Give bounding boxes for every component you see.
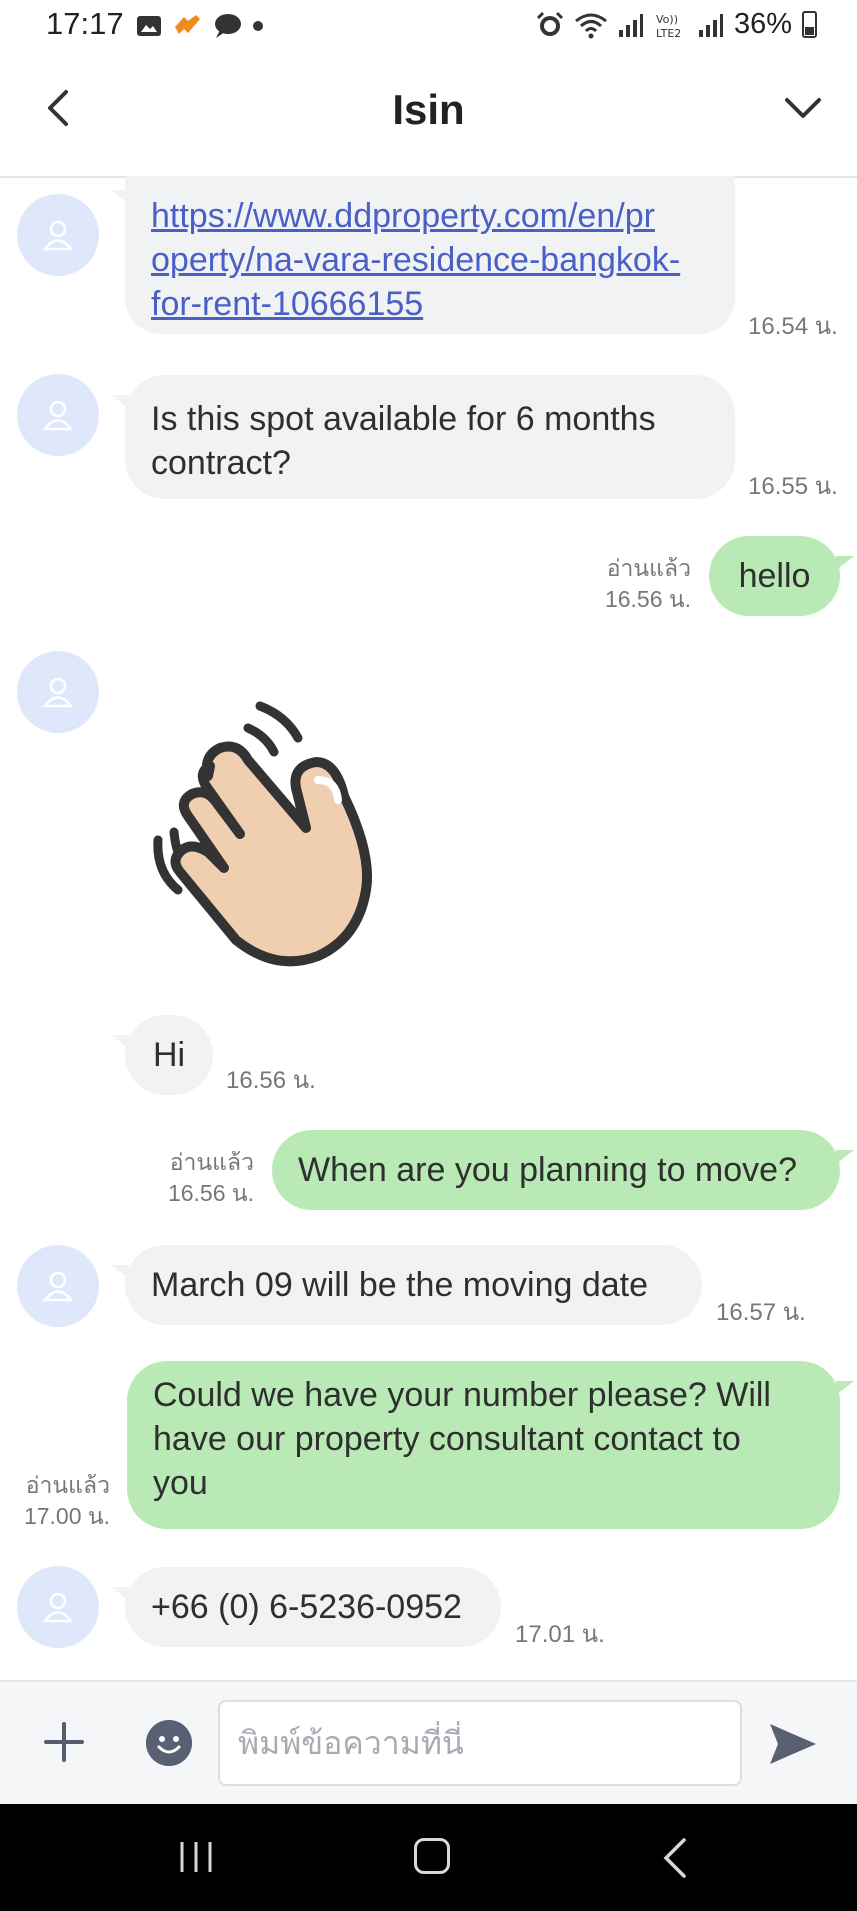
read-status: อ่านแล้ว [606,555,691,581]
signal-2-icon [698,13,723,37]
status-time: 17:17 [46,6,124,41]
message-text: March 09 will be the moving date [151,1266,649,1304]
chat-header: Isin [0,52,857,178]
svg-text:LTE2: LTE2 [656,27,681,39]
link-line[interactable]: for-rent-10666155 [151,282,680,326]
avatar[interactable] [17,1566,99,1648]
message-bubble[interactable]: March 09 will be the moving date [111,1245,702,1325]
avatar[interactable] [17,1245,99,1327]
avatar[interactable] [17,651,99,733]
message-text: hello [738,557,811,595]
chevron-down-icon[interactable] [779,86,827,130]
message-bubble-phone[interactable]: +66 (0) 6-5236-0952 [111,1567,501,1647]
person-icon [42,677,74,708]
orange-app-notification-icon [175,15,200,34]
link-line[interactable]: operty/na-vara-residence-bangkok- [151,238,680,282]
message-text: +66 (0) 6-5236-0952 [151,1588,462,1626]
message-line: Is this spot available for 6 months [151,400,656,438]
message-input[interactable] [218,1700,742,1786]
message-time: 16.57 น. [716,1299,806,1326]
svg-text:Vo)): Vo)) [656,13,678,26]
emoji-icon[interactable] [146,1720,192,1766]
message-bubble-link[interactable]: https://www.ddproperty.com/en/pr operty/… [111,176,735,334]
volte-icon: Vo))LTE2 [656,13,681,39]
chat-notification-icon [215,14,241,38]
battery-icon [802,11,817,38]
message-time: 17.01 น. [515,1621,605,1648]
status-bar: 17:17 Vo)) LTE2 36% [0,0,857,52]
read-status: อ่านแล้ว [25,1472,110,1498]
read-receipt: อ่านแล้ว 16.56 น. [551,553,691,615]
message-line: Could we have your number please? Will [153,1376,771,1414]
message-list[interactable]: https://www.ddproperty.com/en/pr operty/… [0,176,857,1680]
message-time: 16.55 น. [748,473,838,500]
waving-hand-icon[interactable] [148,676,448,976]
send-icon[interactable] [768,1720,818,1768]
message-bubble[interactable]: Hi [111,1015,213,1095]
person-icon [42,1592,74,1623]
message-text: Hi [152,1036,186,1074]
back-icon[interactable] [660,1838,688,1878]
message-bubble[interactable]: Could we have your number please? Will h… [127,1361,854,1529]
signal-icon [618,13,643,37]
message-bubble[interactable]: hello [709,536,854,616]
link-line[interactable]: https://www.ddproperty.com/en/pr [151,194,680,238]
message-time: 16.56 น. [167,1180,254,1206]
message-input-bar [0,1680,857,1806]
message-time: 16.54 น. [748,313,838,340]
person-icon [42,220,74,251]
message-bubble[interactable]: When are you planning to move? [272,1130,854,1210]
alarm-icon [536,11,564,36]
message-time: 16.56 น. [226,1067,316,1094]
battery-percent: 36% [733,8,792,40]
message-line: have our property consultant contact to [153,1420,741,1458]
read-receipt: อ่านแล้ว 16.56 น. [140,1147,254,1209]
gallery-notification-icon [137,16,161,36]
wifi-icon [575,13,607,38]
home-icon[interactable] [414,1838,450,1874]
person-icon [42,400,74,431]
read-receipt: อ่านแล้ว 17.00 น. [10,1470,110,1532]
read-status: อ่านแล้ว [169,1149,254,1175]
avatar[interactable] [17,374,99,456]
dot-icon [253,21,263,31]
plus-icon[interactable] [44,1722,84,1762]
person-icon [42,1271,74,1302]
avatar[interactable] [17,194,99,276]
message-bubble[interactable]: Is this spot available for 6 months cont… [111,375,735,499]
system-nav-bar [0,1804,857,1911]
message-text: When are you planning to move? [298,1151,797,1189]
message-line: contract? [151,444,291,482]
message-line: you [153,1464,208,1502]
recent-apps-icon[interactable] [176,1840,216,1874]
message-time: 17.00 น. [23,1503,110,1529]
message-time: 16.56 น. [604,586,691,612]
chat-title: Isin [392,86,465,133]
